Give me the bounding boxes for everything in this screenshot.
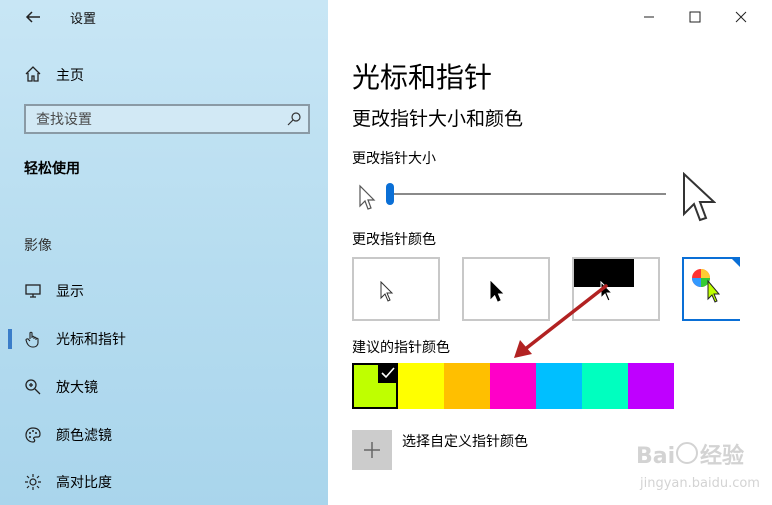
custom-color-label[interactable]: 选择自定义指针颜色 [402, 431, 528, 451]
suggested-color-swatch[interactable] [536, 363, 582, 409]
baidu-paw-logo: Bai 经验 jingyan.baidu.com [636, 442, 760, 491]
sidebar-item-label: 颜色滤镜 [56, 428, 112, 444]
suggested-color-swatch[interactable] [352, 363, 398, 409]
pointer-color-option-inverted[interactable] [572, 257, 660, 321]
pointer-color-option-black[interactable] [462, 257, 550, 321]
sidebar-item-color-filters[interactable]: 颜色滤镜 [0, 421, 328, 449]
main-panel: 光标和指针 更改指针大小和颜色 更改指针大小 更改指针颜色 建议的指针颜色 选择… [328, 0, 772, 505]
home-icon [25, 66, 41, 82]
color-wheel-icon [692, 269, 721, 303]
window-title: 设置 [70, 12, 97, 27]
sun-icon [25, 474, 41, 490]
sidebar-item-high-contrast[interactable]: 高对比度 [0, 468, 328, 496]
pointer-size-slider-track[interactable] [390, 193, 666, 195]
svg-text:jingyan.baidu.com: jingyan.baidu.com [639, 476, 760, 491]
section-subtitle: 更改指针大小和颜色 [352, 108, 524, 130]
sidebar-item-label: 显示 [56, 284, 84, 300]
pointer-size-slider-thumb[interactable] [386, 183, 394, 205]
sidebar-item-label: 光标和指针 [56, 332, 126, 348]
nav-home-label: 主页 [56, 68, 84, 84]
maximize-icon[interactable] [684, 6, 706, 28]
back-arrow-icon[interactable] [24, 8, 42, 26]
sidebar-item-magnifier[interactable]: 放大镜 [0, 373, 328, 401]
hand-pointer-icon [25, 331, 39, 348]
search-icon[interactable] [286, 111, 302, 127]
minimize-icon[interactable] [638, 6, 660, 28]
search-box[interactable] [24, 104, 310, 134]
svg-text:Bai: Bai [636, 444, 675, 469]
pointer-color-label: 更改指针颜色 [352, 232, 436, 248]
magnifier-icon [25, 379, 41, 395]
suggested-color-swatch[interactable] [490, 363, 536, 409]
sidebar-item-cursor-and-pointer[interactable]: 光标和指针 [0, 325, 328, 353]
inverted-pointer-icon [600, 281, 614, 302]
suggested-color-swatch[interactable] [582, 363, 628, 409]
white-pointer-icon [380, 281, 394, 302]
pointer-size-label: 更改指针大小 [352, 151, 436, 167]
section-heading: 轻松使用 [24, 161, 80, 177]
group-heading: 影像 [24, 238, 52, 254]
black-pointer-icon [490, 281, 504, 302]
monitor-icon [25, 284, 41, 298]
add-custom-color-button[interactable] [352, 430, 392, 470]
plus-icon [364, 442, 380, 458]
sidebar-item-label: 放大镜 [56, 380, 98, 396]
close-icon[interactable] [730, 6, 752, 28]
suggested-color-swatches [352, 363, 674, 409]
search-input[interactable] [36, 110, 276, 130]
suggested-colors-label: 建议的指针颜色 [352, 340, 450, 356]
sidebar: 设置 主页 轻松使用 影像 显示 光标和指针 放大镜 [0, 0, 328, 505]
palette-icon [25, 427, 41, 443]
nav-home[interactable]: 主页 [24, 64, 84, 84]
pointer-color-option-white[interactable] [352, 257, 440, 321]
checkmark-icon [378, 363, 398, 383]
page-title: 光标和指针 [352, 61, 493, 94]
sidebar-item-label: 高对比度 [56, 475, 112, 491]
pointer-color-option-custom[interactable] [682, 257, 740, 321]
suggested-color-swatch[interactable] [444, 363, 490, 409]
selected-corner-marker [732, 259, 740, 267]
small-pointer-icon [359, 184, 376, 210]
large-pointer-icon [683, 172, 716, 222]
suggested-color-swatch[interactable] [398, 363, 444, 409]
sidebar-item-display[interactable]: 显示 [0, 277, 328, 305]
svg-text:经验: 经验 [700, 443, 744, 469]
suggested-color-swatch[interactable] [628, 363, 674, 409]
baidu-watermark: Bai 经验 jingyan.baidu.com [632, 435, 762, 495]
